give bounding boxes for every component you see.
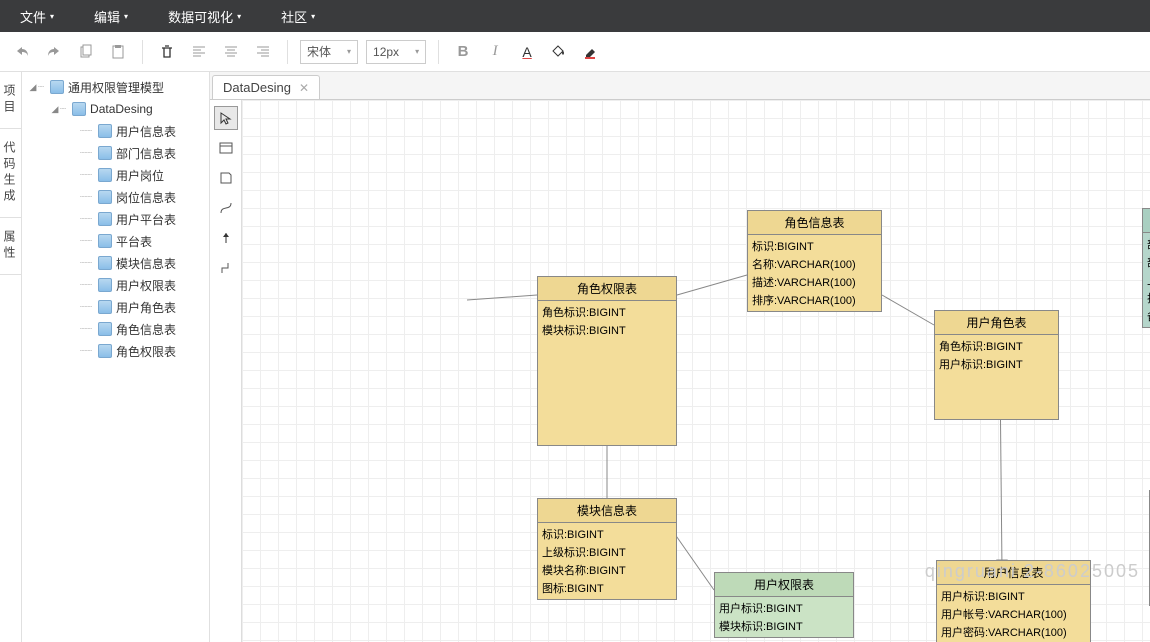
redo-icon[interactable]	[42, 40, 66, 64]
highlight-icon[interactable]	[579, 40, 603, 64]
entity-user-perm[interactable]: 用户权限表 用户标识:BIGINT模块标识:BIGINT	[714, 572, 854, 638]
tree-item[interactable]: ┈┈用户平台表	[22, 208, 209, 230]
sidetab-codegen[interactable]: 代码生成	[0, 129, 21, 218]
entity-dept-info[interactable]: 部门信息表 部门标识:BIGINT部门名称:VARCHAR上级部门:BIGINT…	[1142, 208, 1150, 328]
entity-user-info[interactable]: 用户信息表 用户标识:BIGINT用户帐号:VARCHAR(100)用户密码:V…	[936, 560, 1091, 642]
tab-strip: DataDesing ✕	[210, 72, 1150, 100]
entity-role-info[interactable]: 角色信息表 标识:BIGINT名称:VARCHAR(100)描述:VARCHAR…	[747, 210, 882, 312]
entity-module-info[interactable]: 模块信息表 标识:BIGINT上级标识:BIGINT模块名称:BIGINT图标:…	[537, 498, 677, 600]
table-icon	[98, 256, 112, 270]
table-icon	[98, 146, 112, 160]
table-icon	[98, 124, 112, 138]
tree-item[interactable]: ┈┈岗位信息表	[22, 186, 209, 208]
file-tab[interactable]: DataDesing ✕	[212, 75, 320, 99]
db-icon	[50, 80, 64, 94]
toolbar: 宋体▾ 12px▾ B I A	[0, 32, 1150, 72]
note-tool-icon[interactable]	[214, 166, 238, 190]
menu-community[interactable]: 社区▾	[281, 7, 315, 26]
select-tool-icon[interactable]	[214, 106, 238, 130]
close-icon[interactable]: ✕	[299, 81, 309, 95]
fill-color-icon[interactable]	[547, 40, 571, 64]
undo-icon[interactable]	[10, 40, 34, 64]
diagram-icon	[72, 102, 86, 116]
delete-icon[interactable]	[155, 40, 179, 64]
menu-file[interactable]: 文件▾	[20, 7, 54, 26]
line-tool-icon[interactable]	[214, 196, 238, 220]
tree-panel: ◢┈通用权限管理模型 ◢┈DataDesing ┈┈用户信息表┈┈部门信息表┈┈…	[22, 72, 210, 642]
table-icon	[98, 344, 112, 358]
tree-root[interactable]: ◢┈通用权限管理模型	[22, 76, 209, 98]
tree-item[interactable]: ┈┈部门信息表	[22, 142, 209, 164]
tree-design[interactable]: ◢┈DataDesing	[22, 98, 209, 120]
sidetab-props[interactable]: 属性	[0, 218, 21, 275]
align-center-icon[interactable]	[219, 40, 243, 64]
italic-icon[interactable]: I	[483, 40, 507, 64]
copy-icon[interactable]	[74, 40, 98, 64]
paste-icon[interactable]	[106, 40, 130, 64]
arrow-tool-icon[interactable]	[214, 226, 238, 250]
menu-edit[interactable]: 编辑▾	[94, 7, 128, 26]
tree-item[interactable]: ┈┈用户权限表	[22, 274, 209, 296]
table-icon	[98, 322, 112, 336]
tree-item[interactable]: ┈┈模块信息表	[22, 252, 209, 274]
entity-user-role[interactable]: 用户角色表 角色标识:BIGINT用户标识:BIGINT	[934, 310, 1059, 420]
entity-tool-icon[interactable]	[214, 136, 238, 160]
size-dropdown[interactable]: 12px▾	[366, 40, 426, 64]
table-icon	[98, 300, 112, 314]
table-icon	[98, 278, 112, 292]
connector-tool-icon[interactable]	[214, 256, 238, 280]
menubar: 文件▾ 编辑▾ 数据可视化▾ 社区▾	[0, 0, 1150, 32]
tree-item[interactable]: ┈┈用户信息表	[22, 120, 209, 142]
menu-dataviz[interactable]: 数据可视化▾	[168, 7, 241, 26]
tool-palette	[210, 100, 242, 642]
canvas[interactable]: 角色权限表 角色标识:BIGINT模块标识:BIGINT 角色信息表 标识:BI…	[242, 100, 1150, 642]
font-dropdown[interactable]: 宋体▾	[300, 40, 358, 64]
tree-item[interactable]: ┈┈平台表	[22, 230, 209, 252]
sidebar-tabs: 项目 代码生成 属性	[0, 72, 22, 642]
table-icon	[98, 212, 112, 226]
entity-role-perm[interactable]: 角色权限表 角色标识:BIGINT模块标识:BIGINT	[537, 276, 677, 446]
align-left-icon[interactable]	[187, 40, 211, 64]
sidetab-project[interactable]: 项目	[0, 72, 21, 129]
font-color-icon[interactable]: A	[515, 40, 539, 64]
align-right-icon[interactable]	[251, 40, 275, 64]
table-icon	[98, 234, 112, 248]
tree-item[interactable]: ┈┈角色信息表	[22, 318, 209, 340]
tree-item[interactable]: ┈┈用户岗位	[22, 164, 209, 186]
tree-item[interactable]: ┈┈用户角色表	[22, 296, 209, 318]
table-icon	[98, 190, 112, 204]
table-icon	[98, 168, 112, 182]
tree-item[interactable]: ┈┈角色权限表	[22, 340, 209, 362]
bold-icon[interactable]: B	[451, 40, 475, 64]
